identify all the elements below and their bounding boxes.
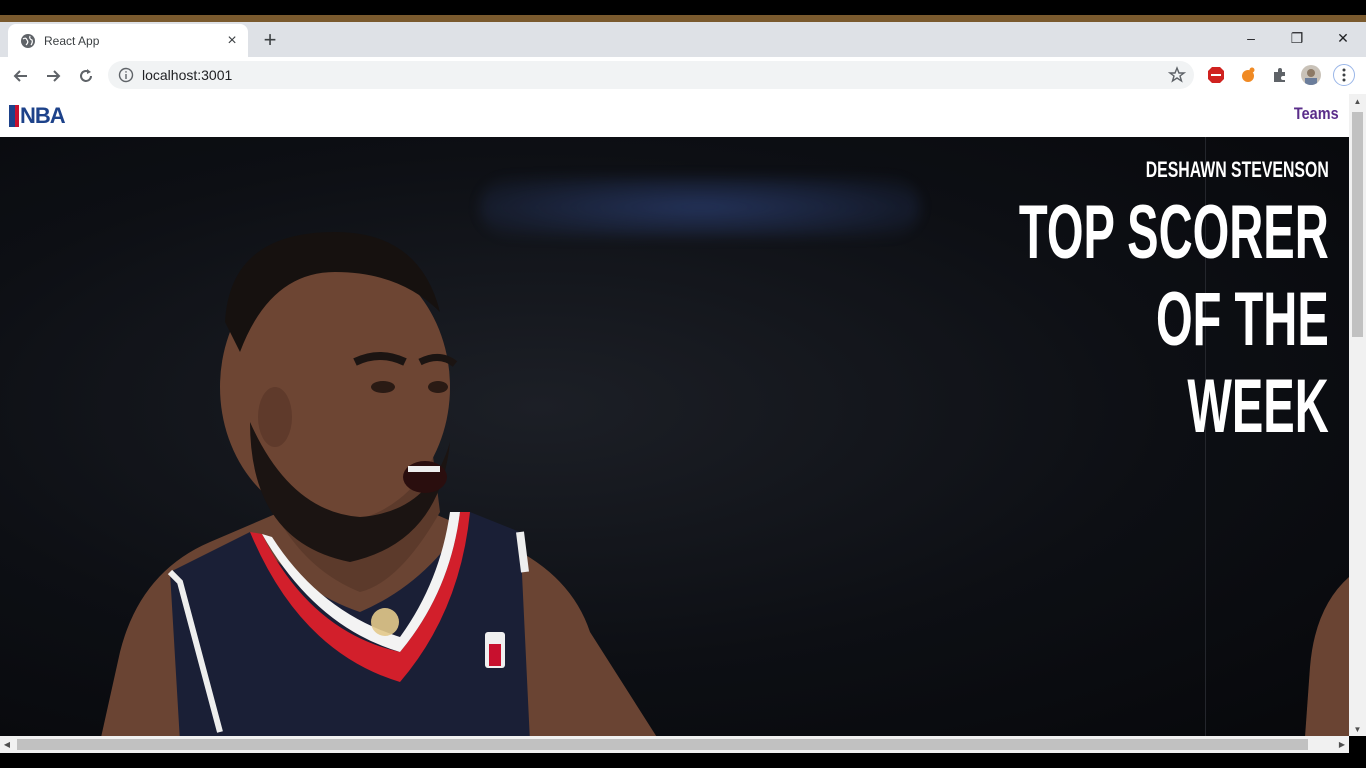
extension-icon[interactable] [1238,65,1258,85]
tab-close-icon[interactable]: × [224,32,240,49]
reload-icon [80,69,92,82]
browser-chrome: React App × + – ❐ ✕ localhost:3001 [0,22,1366,94]
hero-banner: DESHAWN STEVENSON TOP SCORER OF THE WEEK [0,137,1349,736]
window-frame-top [0,15,1366,22]
browser-toolbar: localhost:3001 [0,57,1366,94]
new-tab-button[interactable]: + [258,27,282,52]
minimize-button[interactable]: – [1228,22,1274,54]
back-icon [13,70,27,82]
nba-logo-text: NBA [20,103,66,128]
forward-button[interactable] [40,63,66,89]
vertical-scrollbar[interactable]: ▲ ▼ [1349,94,1366,736]
nba-logo-mark [9,105,19,127]
menu-dots-icon[interactable] [1333,64,1355,86]
web-page: NBA Teams DESHAWN STEVENSON TOP SCORER O… [0,94,1349,736]
restore-button[interactable]: ❐ [1274,22,1320,54]
horizontal-scroll-thumb[interactable] [17,739,1308,750]
globe-icon [21,33,35,48]
player-name: DESHAWN STEVENSON [1145,157,1329,182]
tab-title: React App [44,33,100,48]
nba-logo[interactable]: NBA [9,103,66,128]
player-photo [101,232,657,736]
puzzle-icon[interactable] [1270,65,1290,85]
scroll-down-arrow-icon[interactable]: ▼ [1349,722,1366,736]
scroll-up-arrow-icon[interactable]: ▲ [1349,94,1366,108]
site-header: NBA Teams [0,94,1349,137]
url-text[interactable]: localhost:3001 [142,67,232,83]
hero-text-block: DESHAWN STEVENSON TOP SCORER OF THE WEEK [829,157,1329,450]
vertical-scroll-thumb[interactable] [1352,112,1363,337]
scroll-right-arrow-icon[interactable]: ▶ [1335,736,1349,753]
info-icon[interactable] [118,67,134,83]
screen-bottom-border [0,753,1366,768]
scroll-left-arrow-icon[interactable]: ◀ [0,736,14,753]
horizontal-scrollbar[interactable]: ◀ ▶ [0,736,1349,753]
forward-icon [47,70,61,82]
profile-avatar[interactable] [1301,65,1321,85]
back-button[interactable] [8,63,34,89]
reload-button[interactable] [73,63,99,89]
teams-nav-link[interactable]: Teams [1294,104,1339,124]
browser-tab[interactable]: React App × [8,24,248,57]
star-icon[interactable] [1168,66,1186,84]
hero-headline: TOP SCORER OF THE WEEK [1019,190,1329,449]
tab-strip: React App × + – ❐ ✕ [0,22,1366,57]
screen-top-border [0,0,1366,15]
adblock-icon[interactable] [1206,65,1226,85]
close-window-button[interactable]: ✕ [1320,22,1366,54]
second-player-photo [1305,577,1349,736]
address-bar[interactable]: localhost:3001 [108,61,1194,89]
